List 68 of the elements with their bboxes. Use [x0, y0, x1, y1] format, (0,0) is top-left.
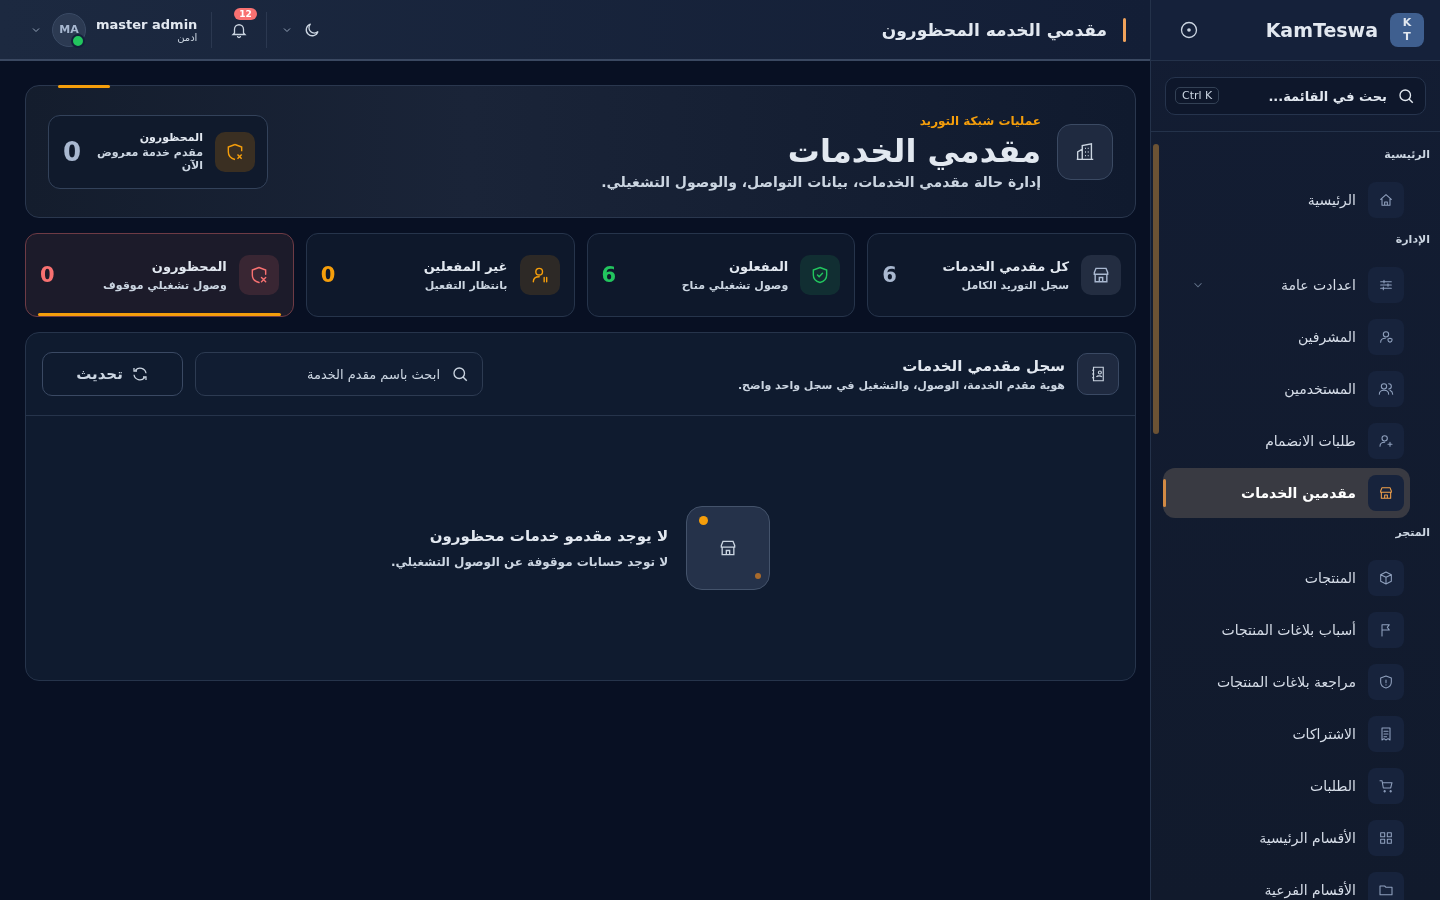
- notification-count: 12: [234, 7, 257, 20]
- nav-item[interactable]: الرئيسية: [1177, 175, 1404, 225]
- nav-item[interactable]: اعدادت عامة: [1177, 260, 1404, 310]
- stat-caption: بانتظار التفعيل: [423, 278, 508, 292]
- provider-search-field[interactable]: ابحث باسم مقدم الخدمة: [195, 352, 483, 396]
- empty-message: لا توجد حسابات موقوفة عن الوصول التشغيلي.: [390, 555, 669, 569]
- building-icon: [1074, 140, 1096, 163]
- house-icon: [1378, 192, 1394, 208]
- nav-item[interactable]: مراجعة بلاغات المنتجات: [1177, 657, 1404, 707]
- registry-title: سجل مقدمي الخدمات: [901, 356, 1065, 375]
- nav-item[interactable]: الأقسام الفرعية: [1177, 865, 1404, 900]
- page-title: مقدمي الخدمه المحظورون: [881, 19, 1107, 40]
- folder-icon: [1378, 882, 1394, 898]
- empty-state-icon: [686, 506, 771, 590]
- nav-item[interactable]: الأقسام الرئيسية: [1177, 813, 1404, 863]
- user-shield-icon: [1378, 329, 1394, 345]
- summary-value: 0: [63, 136, 82, 167]
- receipt-icon: [1378, 726, 1394, 742]
- stat-caption: سجل التوريد الكامل: [960, 278, 1069, 292]
- stat-value: 6: [882, 263, 897, 287]
- nav-item[interactable]: الاشتراكات: [1177, 709, 1404, 759]
- store-icon: [1378, 485, 1394, 501]
- refresh-button[interactable]: تحديث: [42, 352, 183, 396]
- eyebrow-text: عمليات شبكة التوريد: [918, 113, 1041, 128]
- sliders-icon: [1378, 277, 1394, 293]
- user-name: master admin: [96, 16, 198, 32]
- nav-item[interactable]: الطلبات: [1177, 761, 1404, 811]
- stat-value: 0: [40, 263, 55, 287]
- stat-value: 6: [601, 263, 617, 287]
- brand-logo: K T: [1390, 13, 1424, 47]
- registry-subtitle: هوية مقدم الخدمة، الوصول، والتشغيل في سجل واحد واضح.: [737, 378, 1065, 392]
- stat-title: كل مقدمي الخدمات: [942, 258, 1069, 274]
- nav-item[interactable]: مقدمين الخدمات: [1163, 468, 1410, 518]
- user-avatar[interactable]: MA: [52, 12, 86, 47]
- section-title: الإدارة: [1394, 232, 1430, 248]
- shield-icon: [1378, 674, 1394, 690]
- hero-title: مقدمي الخدمات: [786, 131, 1041, 170]
- user-role: ادمن: [177, 31, 198, 43]
- user-plus-icon: [1378, 433, 1394, 449]
- shortcut-key: Ctrl K: [1175, 87, 1220, 104]
- shield-x-icon: [225, 141, 245, 162]
- summary-caption: مقدم خدمة معروض الآن: [95, 146, 203, 172]
- nav-item[interactable]: المنتجات: [1177, 553, 1404, 603]
- stat-value: 0: [320, 263, 336, 287]
- stat-title: غير المفعلين: [423, 258, 508, 274]
- refresh-icon: [130, 365, 149, 383]
- stat-title: المحظورون: [150, 258, 227, 274]
- stat-caption: وصول تشغيلي متاح: [681, 278, 789, 292]
- search-icon: [451, 365, 469, 383]
- cart-icon: [1378, 778, 1394, 794]
- address-book-icon: [1089, 365, 1107, 383]
- stat-caption: وصول تشغيلي موقوف: [102, 278, 227, 292]
- nav-item[interactable]: المستخدمين: [1177, 364, 1404, 414]
- stat-title: المفعلون: [727, 258, 789, 274]
- target-icon[interactable]: [1179, 20, 1199, 40]
- box-icon: [1378, 570, 1394, 586]
- section-title: المتجر: [1394, 525, 1430, 541]
- search-icon: [1397, 87, 1415, 105]
- hero-description: إدارة حالة مقدمي الخدمات، بيانات التواصل، والوصول التشغيلي.: [601, 173, 1041, 190]
- empty-title: لا يوجد مقدمو خدمات محظورون: [428, 527, 669, 545]
- brand-name: KamTeswa: [1265, 19, 1378, 41]
- nav-item[interactable]: طلبات الانضمام: [1177, 416, 1404, 466]
- users-icon: [1378, 381, 1394, 397]
- nav-item[interactable]: أسباب بلاغات المنتجات: [1177, 605, 1404, 655]
- nav-item[interactable]: المشرفين: [1177, 312, 1404, 362]
- grid-icon: [1378, 830, 1394, 846]
- section-title: الرئيسية: [1383, 147, 1430, 163]
- summary-title: المحظورون: [138, 131, 203, 144]
